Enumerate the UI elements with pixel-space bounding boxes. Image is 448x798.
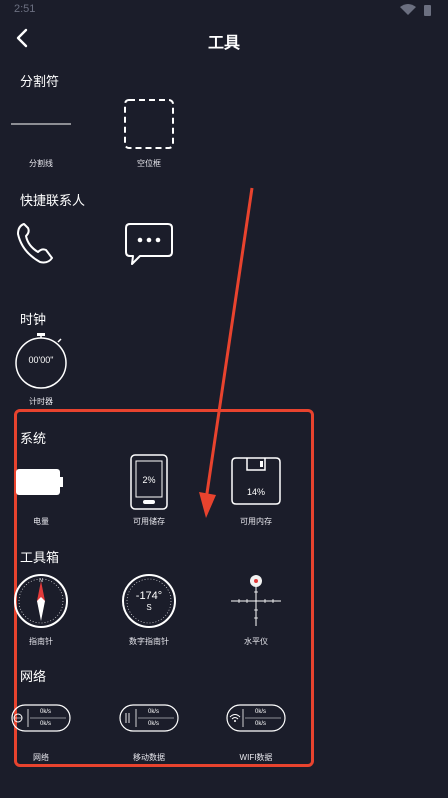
network-speed-icon [11, 704, 71, 732]
compass-widget[interactable]: N 指南针 [0, 572, 86, 648]
mobile-data-label: 移动数据 [133, 753, 165, 762]
digital-compass-label: 数字指南针 [129, 637, 169, 646]
network-down: 0k/s [40, 721, 52, 727]
section-title-system: 系统 [20, 431, 47, 446]
wifi-data-widget[interactable]: 0k/s 0k/s WIFI数据 [211, 702, 301, 764]
level-widget[interactable]: 水平仪 [211, 572, 301, 648]
wifi-data-speed-icon [226, 704, 286, 732]
storage-widget[interactable]: 2% 可用储存 [104, 452, 194, 528]
digital-compass-degree: -174° [135, 590, 163, 602]
memory-value: 14% [246, 487, 265, 497]
battery-widget[interactable]: 电量 [0, 452, 86, 528]
mobile-data-up: 0k/s [148, 709, 160, 715]
annotation-arrow [199, 187, 254, 518]
digital-compass-widget[interactable]: -174° S 数字指南针 [104, 572, 194, 648]
wifi-icon [229, 714, 241, 720]
section-title-toolbox: 工具箱 [20, 550, 60, 565]
section-title-network: 网络 [20, 669, 47, 684]
network-up: 0k/s [40, 709, 52, 715]
memory-widget[interactable]: 14% 可用内存 [211, 452, 301, 528]
mobile-data-widget[interactable]: 0k/s 0k/s 移动数据 [104, 702, 194, 764]
spirit-level-icon [231, 575, 281, 626]
network-label: 网络 [33, 753, 49, 762]
network-widget[interactable]: 0k/s 0k/s 网络 [0, 702, 86, 764]
battery-label: 电量 [33, 517, 49, 526]
wifi-data-label: WIFI数据 [239, 753, 273, 762]
compass-label: 指南针 [29, 637, 53, 646]
compass-icon: N [14, 574, 68, 628]
storage-label: 可用储存 [133, 517, 165, 526]
level-label: 水平仪 [244, 637, 268, 646]
battery-icon [16, 469, 63, 495]
wifi-data-up: 0k/s [255, 709, 267, 715]
floppy-disk-icon [231, 457, 281, 505]
wifi-data-down: 0k/s [255, 721, 267, 727]
mobile-data-down: 0k/s [148, 721, 160, 727]
memory-label: 可用内存 [240, 517, 272, 526]
svg-text:N: N [39, 578, 43, 584]
mobile-data-speed-icon [119, 704, 179, 732]
data-arrows-icon [125, 713, 130, 723]
storage-value: 2% [142, 475, 156, 485]
digital-compass-direction: S [146, 603, 152, 612]
